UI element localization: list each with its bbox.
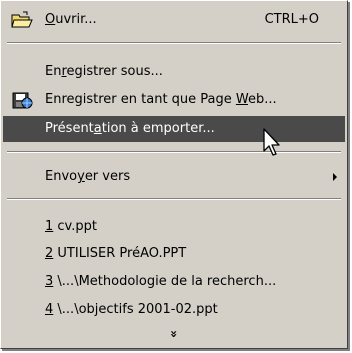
menu-item-save-as-web-page[interactable]: Enregistrer en tant que Page Web... <box>3 87 345 113</box>
submenu-arrow-icon <box>333 173 337 181</box>
save-web-page-icon <box>12 92 33 109</box>
recent-file-3[interactable]: 3 \...\Methodologie de la recherch... <box>3 269 345 295</box>
recent-file-label: 2 UTILISER PréAO.PPT <box>45 246 187 261</box>
open-folder-icon <box>11 11 33 28</box>
expand-menu-chevron-icon[interactable]: » <box>1 327 347 341</box>
menu-item-pack-and-go[interactable]: Présentation à emporter... <box>3 116 345 142</box>
menu-item-send-to-label: Envoyer vers <box>45 169 131 184</box>
menu-item-save-as-label: Enregistrer sous... <box>45 64 163 79</box>
separator <box>7 151 341 153</box>
recent-file-label: 4 \...\objectifs 2001-02.ppt <box>45 302 218 317</box>
menu-item-send-to[interactable]: Envoyer vers <box>3 164 345 190</box>
recent-file-1[interactable]: 1 cv.ppt <box>3 214 345 240</box>
separator <box>7 42 341 44</box>
separator <box>7 198 341 200</box>
recent-file-4[interactable]: 4 \...\objectifs 2001-02.ppt <box>3 297 345 323</box>
recent-file-2[interactable]: 2 UTILISER PréAO.PPT <box>3 241 345 267</box>
menu-item-pack-and-go-label: Présentation à emporter... <box>45 121 215 136</box>
shortcut-ctrl-o: CTRL+O <box>264 12 319 27</box>
menu-item-save-as[interactable]: Enregistrer sous... <box>3 59 345 85</box>
file-menu: Ouvrir... CTRL+O Enregistrer sous... Enr… <box>0 0 348 349</box>
mouse-pointer-icon <box>263 128 280 156</box>
menu-item-save-as-web-page-label: Enregistrer en tant que Page Web... <box>45 92 277 107</box>
recent-file-label: 3 \...\Methodologie de la recherch... <box>45 274 277 289</box>
menu-item-open[interactable]: Ouvrir... CTRL+O <box>3 7 345 33</box>
recent-file-label: 1 cv.ppt <box>45 219 97 234</box>
menu-item-open-label: Ouvrir... <box>45 12 97 27</box>
